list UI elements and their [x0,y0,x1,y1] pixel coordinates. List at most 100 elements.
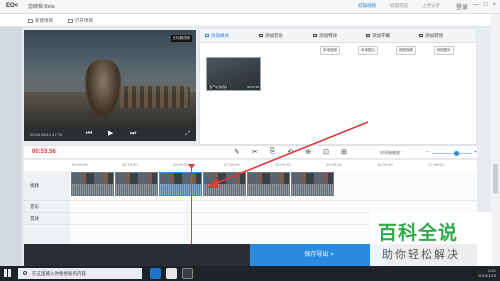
copy-icon[interactable]: ⎘ [270,148,276,156]
editor-app-icon[interactable] [182,268,193,279]
tab-add-music[interactable]: 添加音乐 [259,33,283,39]
tab-add-effects[interactable]: 添加特效 [313,33,337,39]
preview-character [84,60,122,120]
rotate-icon[interactable]: ⟲ [287,148,293,156]
video-clip[interactable] [203,172,246,196]
app-title: 剪映辑 Beta [28,4,55,10]
music-tab-icon [259,34,263,38]
media-tab-icon [205,34,209,38]
watermark-title: 百科全说 [378,222,459,244]
video-clip[interactable] [291,172,334,196]
tab-add-media[interactable]: 添加媒体 [205,33,229,39]
play-button[interactable]: ▶ [108,130,113,138]
new-project-icon [28,18,33,23]
prev-frame-button[interactable]: ⏮ [86,130,92,138]
preview-badge: 无标题视频 [170,35,192,42]
new-project-label: 新建项目 [35,18,53,23]
tab-add-subtitles[interactable]: 添加字幕 [366,33,390,39]
start-icon[interactable] [4,269,12,277]
playhead-line[interactable] [191,164,192,244]
tab-add-transitions[interactable]: 添加转场 [419,33,443,39]
next-frame-button[interactable]: ⏭ [130,130,136,138]
effects-tab-icon [313,34,317,38]
grid-icon[interactable]: ⊞ [341,148,347,156]
window-controls: 登录 — □ × [456,2,496,11]
sfx-track-label: 音效 [30,216,39,221]
export-button[interactable]: 保存导出 > [250,244,388,266]
edge-icon[interactable] [150,268,161,279]
app-logo: EO< [6,3,19,9]
music-track-label: 音乐 [30,204,39,209]
video-clip[interactable] [71,172,114,196]
video-clip-selected[interactable] [159,172,202,196]
playback-controls: 00:53.56/12:47.76 ⏮ ▶ ⏭ ⤢ [24,128,196,141]
minimize-icon[interactable]: — [473,2,479,11]
search-icon [23,271,27,275]
timeline-toolbar: 00:53.56 ✎ ✂ ⎘ ⟲ ⊕ ⊡ ⊞ 时间轴缩放： − + [24,145,477,159]
edit-tools: ✎ ✂ ⎘ ⟲ ⊕ ⊡ ⊞ [234,148,347,156]
step-done: 剪辑完成 [390,3,408,8]
ruler-tick: 02:15.00 [122,162,138,167]
taskbar-search[interactable]: 在这里输入你要搜索的内容 [18,268,142,279]
vertical-scrollbar[interactable] [491,14,500,266]
subtitle-tab-icon [366,34,370,38]
track-head-sfx: 音效 [24,213,70,225]
tab-add-effects-label: 添加特效 [319,33,337,38]
taskbar-clock[interactable]: 0:21 2019/1/19 [478,268,496,278]
local-video-button[interactable]: 本地视频 [320,46,340,55]
preview-crowd [120,86,190,108]
chrome-icon[interactable] [166,268,177,279]
ruler-tick: 15:00.00 [377,162,393,167]
playback-time: 00:53.56/12:47.76 [30,132,63,137]
crop-icon[interactable]: ⊡ [323,148,329,156]
track-head-music: 音乐 [24,201,70,213]
panel-tabs: 添加媒体 添加音乐 添加特效 添加字幕 添加转场 [200,29,476,43]
import-buttons: 本地视频 本地图片 网络视频 网络图片 [200,46,476,55]
folder-icon [68,18,73,23]
edit-icon[interactable]: ✎ [234,148,240,156]
thumbnail-duration: 02:47.56 [247,85,259,89]
clip-waveform [204,184,245,195]
track-head-video: 视频 [24,171,70,201]
title-bar: EO< 剪映辑 Beta 剪辑视频 剪辑完成 上传分享 登录 — □ × [0,0,500,14]
login-link[interactable]: 登录 [456,2,468,11]
local-image-button[interactable]: 本地图片 [358,46,378,55]
fullscreen-icon[interactable]: ⤢ [185,131,190,138]
taskbar: 在这里输入你要搜索的内容 0:21 2019/1/19 [0,266,500,281]
maximize-icon[interactable]: □ [484,2,488,11]
scrollbar-thumb[interactable] [493,164,498,194]
timeline-current-time: 00:53.56 [32,149,56,155]
step-edit: 剪辑视频 [358,3,376,8]
media-thumbnail[interactable]: 国产动漫视频 02:47.56 [206,57,261,91]
timeline-ruler[interactable]: 00:00.00 02:15.00 05:00.00 07:35.00 10:0… [24,160,477,171]
tab-add-transitions-label: 添加转场 [425,33,443,38]
ruler-tick: 17:35.00 [428,162,444,167]
thumbnail-label: 国产动漫视频 [208,85,229,89]
scissors-icon[interactable]: ✂ [252,148,258,156]
open-project-button[interactable]: 打开项目 [68,18,93,24]
clip-waveform [292,184,333,195]
zoom-in-button[interactable]: + [474,149,477,155]
ruler-tick: 05:00.00 [173,162,189,167]
search-placeholder: 在这里输入你要搜索的内容 [32,271,86,276]
zoom-out-icon[interactable]: − [426,149,429,155]
watermark: 百科全说 助你轻松解决 [370,212,492,268]
zoom-slider-track[interactable] [432,153,472,154]
video-track[interactable] [70,171,477,201]
new-project-button[interactable]: 新建项目 [28,18,53,24]
zoom-slider-handle[interactable] [454,151,459,156]
online-image-button[interactable]: 网络图片 [434,46,454,55]
video-clip[interactable] [115,172,158,196]
transition-tab-icon [419,34,423,38]
tab-add-subtitles-label: 添加字幕 [372,33,390,38]
clip-waveform [116,184,157,195]
ruler-tick: 10:00.00 [275,162,291,167]
video-clip[interactable] [247,172,290,196]
step-share: 上传分享 [422,3,440,8]
close-icon[interactable]: × [492,2,496,11]
online-video-button[interactable]: 网络视频 [396,46,416,55]
video-preview[interactable]: 无标题视频 [24,30,196,130]
watermark-subtitle: 助你轻松解决 [382,248,460,261]
ruler-tick: 12:25.00 [326,162,342,167]
zoom-in-icon[interactable]: ⊕ [305,148,311,156]
